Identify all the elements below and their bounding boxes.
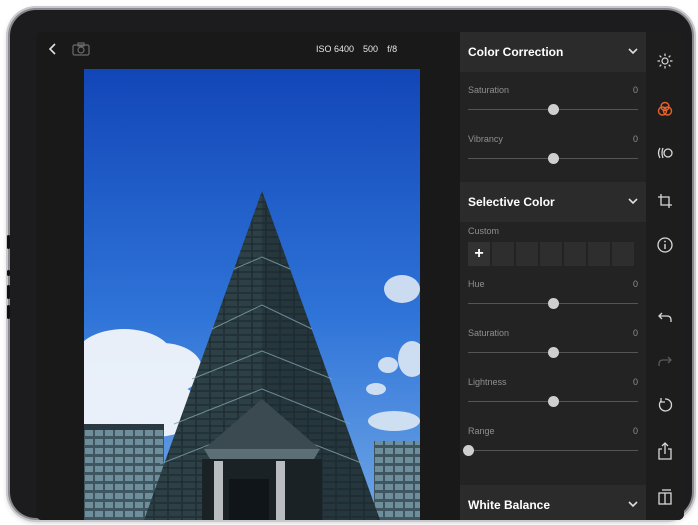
viewer-top-bar: ISO 6400 500 f/8 [36,32,460,69]
adjustments-panel: Color Correction Saturation 0 Vibrancy 0… [460,32,646,520]
slider-track[interactable] [468,450,638,451]
slider-label: Hue [468,279,485,289]
undo-icon[interactable] [646,304,684,330]
slider-thumb[interactable] [548,396,559,407]
custom-label: Custom [468,226,500,236]
slider-value: 0 [632,377,638,387]
slider-label: Saturation [468,85,510,95]
swatch[interactable] [492,242,514,266]
slider-thumb[interactable] [548,104,559,115]
slider-value: 0 [632,328,638,338]
back-icon[interactable] [42,38,64,60]
chevron-down-icon[interactable] [620,47,646,58]
slider-label: Range [468,426,495,436]
slider-thumb[interactable] [548,298,559,309]
camera-icon[interactable] [70,38,92,60]
share-icon[interactable] [646,438,684,464]
crop-icon[interactable] [646,188,684,214]
slider-value: 0 [632,85,638,95]
compare-icon[interactable] [646,484,684,510]
reset-icon[interactable] [646,392,684,418]
chevron-down-icon[interactable] [620,197,646,208]
swatch[interactable] [540,242,562,266]
section-title: Selective Color [468,195,555,209]
swatch[interactable] [588,242,610,266]
color-swatches: + [468,242,634,266]
info-icon[interactable] [646,232,684,258]
image-viewer: ISO 6400 500 f/8 [36,32,460,520]
iso-value: ISO 6400 [316,44,355,54]
slider-thumb[interactable] [463,445,474,456]
hardware-button [7,305,10,319]
white-balance-header[interactable]: White Balance [460,485,646,520]
lens-icon[interactable] [646,140,684,166]
section-title: Color Correction [468,45,564,59]
section-title: White Balance [468,498,551,512]
slider-label: Vibrancy [468,134,503,144]
swatch[interactable] [564,242,586,266]
exif-info: ISO 6400 500 f/8 [316,44,416,54]
color-correction-header[interactable]: Color Correction [460,32,646,72]
aperture-value: f/8 [387,44,398,54]
slider-value: 0 [632,134,638,144]
swatch[interactable] [516,242,538,266]
hardware-button [7,285,10,299]
swatch[interactable] [612,242,634,266]
slider-thumb[interactable] [548,347,559,358]
slider-label: Lightness [468,377,507,387]
hardware-button [7,235,10,249]
selective-color-header[interactable]: Selective Color [460,182,646,222]
photo[interactable] [84,69,420,520]
hardware-button [7,270,10,276]
color-icon[interactable] [646,96,684,122]
chevron-down-icon[interactable] [620,500,646,511]
redo-icon[interactable] [646,348,684,374]
tool-strip [646,32,684,520]
shutter-value: 500 [363,44,379,54]
slider-value: 0 [632,279,638,289]
slider-label: Saturation [468,328,510,338]
slider-thumb[interactable] [548,153,559,164]
add-swatch-button[interactable]: + [468,242,490,266]
brightness-icon[interactable] [646,48,684,74]
ipad-frame: ISO 6400 500 f/8 Color Correction Satura… [7,10,692,520]
slider-value: 0 [632,426,638,436]
screen: ISO 6400 500 f/8 Color Correction Satura… [36,32,684,520]
